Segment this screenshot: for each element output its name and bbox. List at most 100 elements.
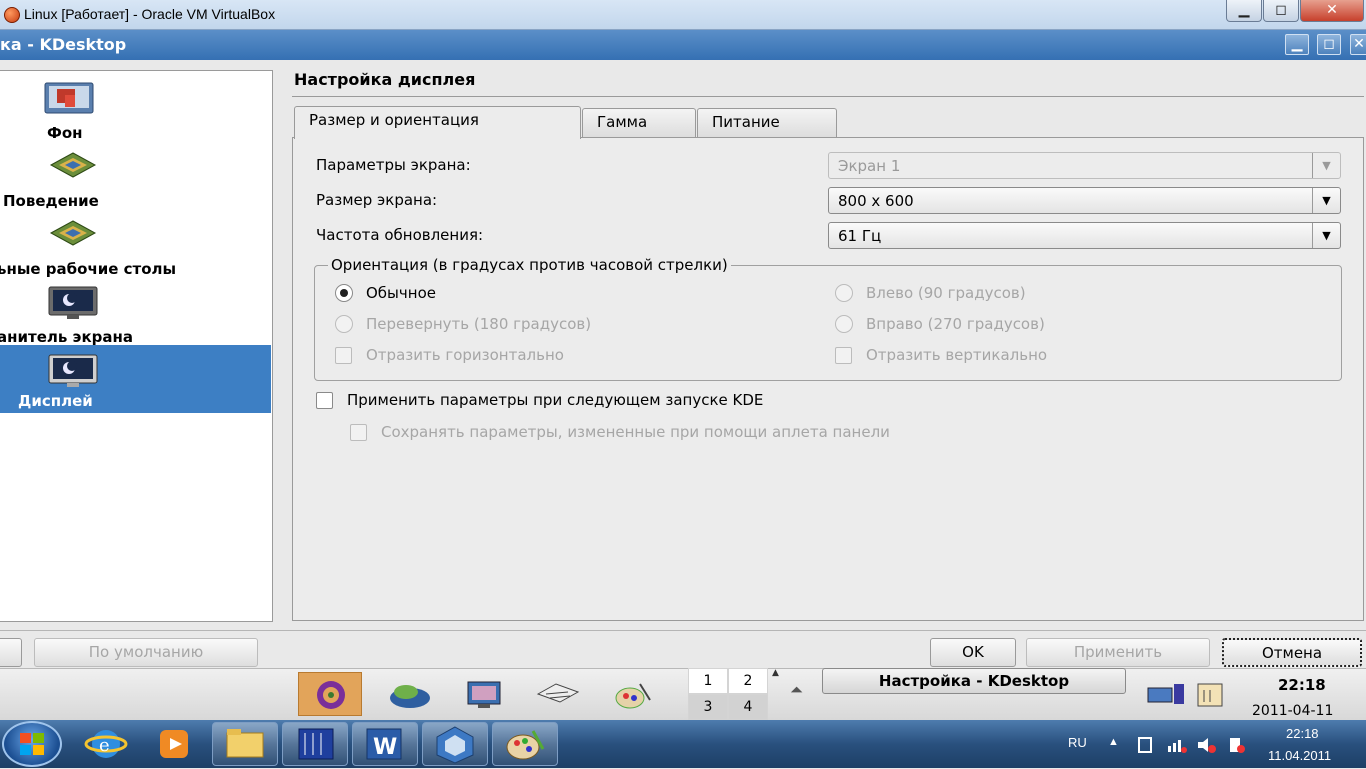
taskbar-window-button[interactable]: Настройка - KDesktop (822, 668, 1126, 694)
sidebar-item-behavior[interactable]: Поведение (0, 145, 271, 213)
kde-clock-time: 22:18 (1278, 676, 1326, 694)
help-button[interactable] (0, 638, 22, 667)
taskbar-app-button[interactable] (282, 722, 348, 766)
system-clock-date[interactable]: 11.04.2011 (1268, 748, 1331, 763)
orientation-group-title: Ориентация (в градусах против часовой ст… (328, 256, 731, 274)
radio-left-label: Влево (90 градусов) (866, 284, 1026, 302)
apply-button[interactable]: Применить (1026, 638, 1210, 667)
display-icon (48, 354, 98, 387)
settings-sidebar: Фон Поведение ьные рабочие столы анитель… (0, 70, 273, 622)
paint-icon[interactable] (600, 672, 664, 716)
language-indicator[interactable]: RU (1068, 735, 1087, 750)
flip-horizontal-label: Отразить горизонтально (366, 346, 564, 364)
window-close-icon[interactable]: ✕ (1350, 34, 1366, 55)
minimize-icon[interactable]: ▁ (1226, 0, 1262, 22)
tab-size-orientation[interactable]: Размер и ориентация (294, 106, 581, 139)
tab-power[interactable]: Питание (697, 108, 837, 138)
sidebar-item-desktops[interactable]: ьные рабочие столы (0, 213, 271, 281)
svg-text:e: e (99, 735, 110, 756)
sidebar-item-label: Дисплей (18, 392, 93, 410)
sidebar-item-screensaver[interactable]: анитель экрана (0, 281, 271, 349)
screen-size-select[interactable]: 800 x 600 ▼ (828, 187, 1341, 214)
panel-handle[interactable]: ▲ (772, 668, 782, 718)
volume-muted-icon[interactable] (1196, 736, 1218, 754)
checkbox-flip-vertical[interactable] (835, 347, 852, 364)
internet-explorer-icon[interactable]: e (80, 722, 132, 766)
wallpaper-icon (44, 82, 94, 114)
sidebar-item-display[interactable]: Дисплей (0, 345, 271, 413)
radio-upside-down-label: Перевернуть (180 градусов) (366, 315, 592, 333)
kde-clock-date: 2011-04-11 (1252, 703, 1334, 719)
radio-normal[interactable] (335, 284, 353, 302)
network-icon[interactable] (378, 672, 442, 716)
save-params-label: Сохранять параметры, измененные при помо… (381, 423, 890, 441)
windows-logo-icon (20, 733, 44, 755)
radio-right[interactable] (835, 315, 853, 333)
kde-window-title-bar: ка - KDesktop (0, 30, 1366, 60)
paint-palette-icon (506, 730, 545, 760)
maximize-icon[interactable]: ◻ (1263, 0, 1299, 22)
show-hidden-icons-icon[interactable]: ▲ (1108, 736, 1119, 748)
action-center-icon[interactable] (1226, 736, 1248, 754)
kde-menu-icon-graphic (317, 681, 345, 709)
sidebar-item-label: ьные рабочие столы (0, 260, 177, 278)
refresh-rate-label: Частота обновления: (316, 226, 484, 244)
ok-button[interactable]: OK (930, 638, 1016, 667)
checkbox-save-params[interactable] (350, 424, 367, 441)
screensaver-icon (48, 286, 98, 319)
pager-desktop-1[interactable]: 1 (688, 668, 728, 694)
close-icon[interactable]: ✕ (1300, 0, 1364, 22)
kde-menu-icon[interactable] (298, 672, 362, 716)
virtualbox-title: Linux [Работает] - Oracle VM VirtualBox (24, 6, 276, 22)
window-minimize-icon[interactable]: ▁ (1285, 34, 1309, 55)
screen-params-value: Экран 1 (838, 157, 901, 175)
system-clock-time[interactable]: 22:18 (1286, 726, 1319, 741)
pager-desktop-3[interactable]: 3 (688, 694, 728, 720)
flag-tray-icon[interactable] (1136, 736, 1156, 754)
windows-start-button[interactable] (2, 721, 62, 767)
taskbar-word-button[interactable]: W (352, 722, 418, 766)
radio-left[interactable] (835, 284, 853, 302)
windows-taskbar (0, 720, 1366, 768)
eject-icon[interactable]: ⏶ (790, 680, 816, 699)
apply-on-startup-label: Применить параметры при следующем запуск… (347, 391, 764, 409)
page-title: Настройка дисплея (294, 70, 476, 89)
pager-desktop-2[interactable]: 2 (728, 668, 768, 694)
svg-text:W: W (373, 735, 397, 760)
desktop-icon[interactable] (452, 672, 516, 716)
clipboard-tray-icon[interactable] (1194, 680, 1228, 708)
virtualbox-app-icon (4, 7, 20, 23)
taskbar-virtualbox-button[interactable] (422, 722, 488, 766)
folder-icon (226, 729, 264, 758)
screen-size-label: Размер экрана: (316, 191, 438, 209)
text-editor-icon[interactable] (526, 672, 590, 716)
flip-vertical-label: Отразить вертикально (866, 346, 1048, 364)
tab-gamma[interactable]: Гамма (582, 108, 696, 138)
defaults-button[interactable]: По умолчанию (34, 638, 258, 667)
taskbar-explorer-button[interactable] (212, 722, 278, 766)
chevron-down-icon: ▼ (1312, 223, 1340, 248)
divider (0, 630, 1366, 631)
checkbox-flip-horizontal[interactable] (335, 347, 352, 364)
sidebar-item-label: Поведение (3, 192, 99, 210)
window-maximize-icon[interactable]: ◻ (1317, 34, 1341, 55)
radio-upside-down[interactable] (335, 315, 353, 333)
taskbar-paint-button[interactable] (492, 722, 558, 766)
media-player-icon[interactable] (148, 722, 200, 766)
virtualbox-title-bar: Linux [Работает] - Oracle VM VirtualBox (0, 0, 1366, 30)
desktops-icon (49, 220, 97, 246)
screen-size-value: 800 x 600 (838, 192, 914, 210)
refresh-rate-select[interactable]: 61 Гц ▼ (828, 222, 1341, 249)
chevron-down-icon: ▼ (1312, 188, 1340, 213)
cancel-button[interactable]: Отмена (1222, 638, 1362, 667)
sidebar-item-wallpaper[interactable]: Фон (0, 77, 271, 145)
virtualbox-icon (436, 726, 474, 764)
network-tray-icon[interactable] (1146, 680, 1186, 708)
pager-desktop-4[interactable]: 4 (728, 694, 768, 720)
sidebar-item-label: анитель экрана (0, 328, 133, 346)
kde-window-title: ка - KDesktop (0, 35, 127, 54)
screen-params-select[interactable]: Экран 1 ▼ (828, 152, 1341, 179)
network-status-icon[interactable] (1166, 736, 1188, 754)
checkbox-apply-on-startup[interactable] (316, 392, 333, 409)
radio-right-label: Вправо (270 градусов) (866, 315, 1045, 333)
